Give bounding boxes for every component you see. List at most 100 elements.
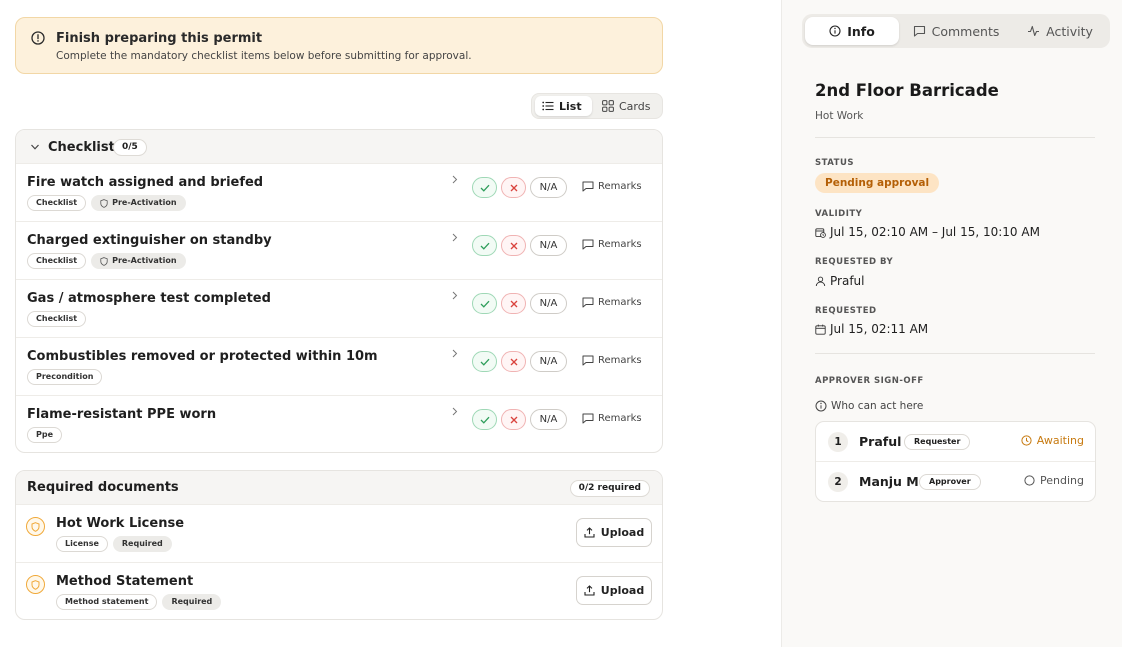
clock-icon <box>1021 435 1032 446</box>
approver-state: Pending <box>1024 474 1084 487</box>
remarks-button[interactable]: Remarks <box>582 297 642 308</box>
checklist-header[interactable]: Checklist 0/5 <box>16 130 662 164</box>
chevron-right-icon[interactable] <box>450 407 459 416</box>
remarks-button[interactable]: Remarks <box>582 355 642 366</box>
item-tags: Checklist Pre-Activation <box>27 253 186 269</box>
checklist-section: Checklist 0/5 Fire watch assigned and br… <box>15 129 663 453</box>
requested-by-text: Praful <box>830 274 865 288</box>
mark-na-button[interactable]: N/A <box>530 409 567 430</box>
divider <box>815 353 1095 354</box>
view-cards-button[interactable]: Cards <box>595 96 661 116</box>
item-tag: Ppe <box>27 427 63 443</box>
who-can-act-link[interactable]: Who can act here <box>815 400 923 412</box>
check-icon <box>480 358 489 366</box>
chevron-right-icon[interactable] <box>450 233 459 242</box>
close-icon <box>510 358 517 365</box>
remarks-button[interactable]: Remarks <box>582 239 642 250</box>
item-tag: Checklist <box>27 253 87 269</box>
mark-no-button[interactable] <box>501 351 526 372</box>
document-tag: Required <box>112 536 172 552</box>
check-icon <box>480 416 489 424</box>
info-icon <box>815 400 827 412</box>
validity-label: VALIDITY <box>815 209 863 219</box>
permit-type: Hot Work <box>815 110 864 122</box>
item-tag: Pre-Activation <box>91 253 186 269</box>
item-tag: Pre-Activation <box>91 195 186 211</box>
mark-no-button[interactable] <box>501 293 526 314</box>
calendar-icon <box>815 324 826 335</box>
remarks-label: Remarks <box>598 239 642 250</box>
status-label: STATUS <box>815 158 855 168</box>
comment-icon <box>582 297 594 308</box>
checklist-item-title: Fire watch assigned and briefed <box>27 175 264 190</box>
mark-yes-button[interactable] <box>472 177 497 198</box>
chevron-right-icon[interactable] <box>450 175 459 184</box>
item-tag: Checklist <box>27 311 87 327</box>
document-tag-label: License <box>65 539 99 548</box>
approver-step-number: 1 <box>828 432 848 452</box>
document-name: Hot Work License <box>56 516 185 531</box>
chevron-right-icon[interactable] <box>450 349 459 358</box>
upload-button[interactable]: Upload <box>576 576 652 605</box>
circle-icon <box>1024 475 1035 486</box>
chevron-right-icon[interactable] <box>450 291 459 300</box>
comment-icon <box>582 239 594 250</box>
mark-yes-button[interactable] <box>472 409 497 430</box>
view-cards-label: Cards <box>619 99 651 113</box>
chevron-down-icon[interactable] <box>30 142 40 152</box>
banner-title: Finish preparing this permit <box>56 31 263 46</box>
item-tag-label: Checklist <box>36 314 78 323</box>
item-tag-label: Checklist <box>36 198 78 207</box>
mark-yes-button[interactable] <box>472 293 497 314</box>
permit-title: 2nd Floor Barricade <box>815 81 999 100</box>
mark-na-button[interactable]: N/A <box>530 235 567 256</box>
document-tag-label: Method statement <box>65 597 149 606</box>
mark-na-button[interactable]: N/A <box>530 293 567 314</box>
approver-role-badge: Approver <box>919 474 981 490</box>
approver-role-badge: Requester <box>904 434 971 450</box>
mark-yes-button[interactable] <box>472 351 497 372</box>
view-list-button[interactable]: List <box>535 96 592 116</box>
shield-icon <box>26 517 45 536</box>
mark-no-button[interactable] <box>501 409 526 430</box>
view-list-label: List <box>559 99 582 113</box>
signoff-label: APPROVER SIGN-OFF <box>815 376 924 386</box>
shield-icon <box>100 198 108 208</box>
mark-no-button[interactable] <box>501 177 526 198</box>
document-tags: Method statement Required <box>56 594 222 610</box>
tab-activity[interactable]: Activity <box>1013 17 1107 45</box>
remarks-label: Remarks <box>598 355 642 366</box>
mark-na-button[interactable]: N/A <box>530 177 567 198</box>
document-tag-label: Required <box>121 539 163 548</box>
tab-info[interactable]: Info <box>805 17 899 45</box>
checklist-item: Flame-resistant PPE worn Ppe N/A Remarks <box>16 396 662 452</box>
remarks-label: Remarks <box>598 181 642 192</box>
activity-icon <box>1028 25 1040 37</box>
banner-subtitle: Complete the mandatory checklist items b… <box>56 50 472 62</box>
remarks-button[interactable]: Remarks <box>582 181 642 192</box>
status-badge: Pending approval <box>815 173 940 193</box>
mark-na-button[interactable]: N/A <box>530 351 567 372</box>
approver-row: 2 Manju M Approver Pending <box>816 462 1095 502</box>
approver-step-number: 2 <box>828 472 848 492</box>
approver-list: 1 Praful Requester Awaiting 2 Manju M Ap… <box>815 421 1096 502</box>
checklist-item-title: Flame-resistant PPE worn <box>27 407 217 422</box>
upload-icon <box>584 585 595 596</box>
item-tags: Checklist <box>27 311 87 327</box>
close-icon <box>510 242 517 249</box>
approver-state-text: Pending <box>1040 474 1084 487</box>
requested-label: REQUESTED <box>815 306 877 316</box>
checklist-item-title: Combustibles removed or protected within… <box>27 349 378 364</box>
document-tag: Method statement <box>56 594 158 610</box>
tab-activity-label: Activity <box>1046 23 1093 39</box>
tab-comments[interactable]: Comments <box>905 17 1007 45</box>
checklist-item-title: Gas / atmosphere test completed <box>27 291 271 306</box>
remarks-button[interactable]: Remarks <box>582 413 642 424</box>
approver-row: 1 Praful Requester Awaiting <box>816 422 1095 462</box>
document-tag-label: Required <box>171 597 213 606</box>
mark-yes-button[interactable] <box>472 235 497 256</box>
required-documents-section: Required documents 0/2 required Hot Work… <box>15 470 663 620</box>
upload-label: Upload <box>600 584 645 597</box>
mark-no-button[interactable] <box>501 235 526 256</box>
upload-button[interactable]: Upload <box>576 518 652 547</box>
